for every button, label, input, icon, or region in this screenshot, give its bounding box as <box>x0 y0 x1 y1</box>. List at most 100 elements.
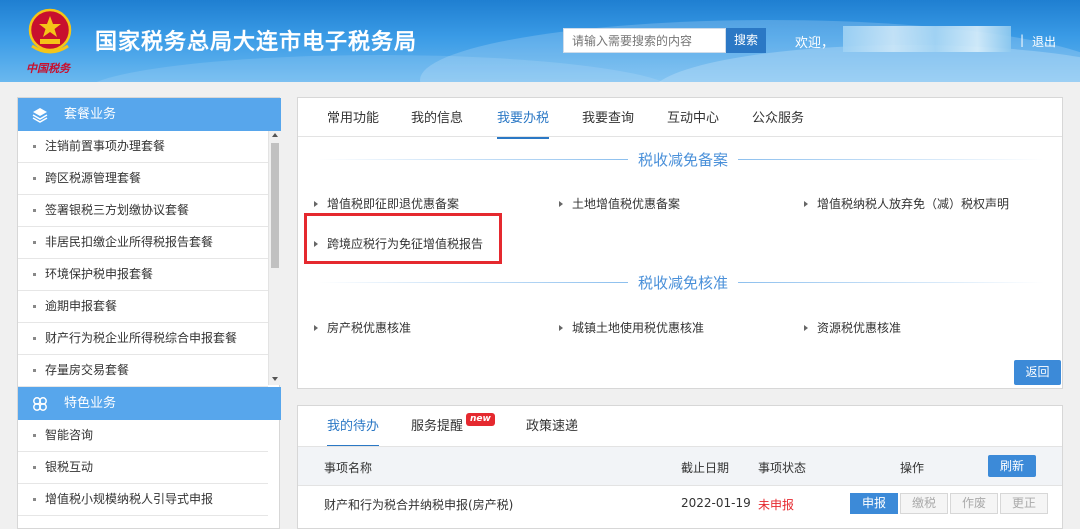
search-input[interactable] <box>563 28 726 53</box>
tab-my-info[interactable]: 我的信息 <box>411 109 463 139</box>
link-property-tax-approval[interactable]: 房产税优惠核准 <box>314 319 411 336</box>
bullet-icon <box>33 434 36 437</box>
refresh-button[interactable]: 刷新 <box>988 455 1036 477</box>
sidebar-item[interactable]: 非居民扣缴企业所得税报告套餐 <box>18 227 268 259</box>
link-land-vat-filing[interactable]: 土地增值税优惠备案 <box>559 195 680 212</box>
sidebar-item-label: 逾期申报套餐 <box>45 299 118 313</box>
welcome-text: 欢迎， <box>795 36 835 51</box>
sidebar-item[interactable]: 存量房交易套餐 <box>18 355 268 387</box>
sidebar-item-label: 存量房交易套餐 <box>45 363 130 377</box>
void-button[interactable]: 作废 <box>950 493 998 514</box>
clover-icon <box>33 397 47 411</box>
column-header: 事项名称 <box>324 461 373 475</box>
back-button[interactable]: 返回 <box>1014 360 1061 385</box>
bullet-icon <box>33 337 36 340</box>
sidebar-item[interactable]: 智能咨询 <box>18 420 268 452</box>
link-label: 增值税即征即退优惠备案 <box>327 197 460 211</box>
tab-interaction[interactable]: 互动中心 <box>667 109 719 139</box>
sidebar-item-label: 注销前置事项办理套餐 <box>45 139 166 153</box>
sidebar-item-label: 签署银税三方划缴协议套餐 <box>45 203 190 217</box>
sidebar-item-label: 跨区税源管理套餐 <box>45 171 142 185</box>
bullet-icon <box>33 369 36 372</box>
package-business-header[interactable]: 套餐业务 <box>18 98 281 131</box>
link-vat-refund-filing[interactable]: 增值税即征即退优惠备案 <box>314 195 459 212</box>
tab-service-reminder[interactable]: 服务提醒 <box>411 417 463 447</box>
tax-emblem-icon <box>28 8 72 54</box>
sidebar-item[interactable]: 环境保护税申报套餐 <box>18 259 268 291</box>
arrow-right-icon <box>314 200 318 207</box>
scrollbar-thumb[interactable] <box>271 143 279 268</box>
link-vat-waiver-declaration[interactable]: 增值税纳税人放弃免（减）税权声明 <box>804 195 1009 212</box>
tab-query[interactable]: 我要查询 <box>582 109 634 139</box>
sidebar-item[interactable]: 增值税小规模纳税人引导式申报 <box>18 484 268 516</box>
bullet-icon <box>33 466 36 469</box>
section-title-exemption-approval: 税收减免核准 <box>628 272 739 293</box>
todo-panel: 我的待办 服务提醒 new 政策速递 事项名称 截止日期 事项状态 操作 刷新 … <box>297 405 1063 529</box>
tab-divider <box>298 136 1062 137</box>
sidebar-scrollbar[interactable] <box>268 131 280 385</box>
arrow-right-icon <box>559 200 563 207</box>
todo-deadline: 2022-01-19 <box>681 496 751 510</box>
link-label: 资源税优惠核准 <box>817 321 902 335</box>
sidebar-item[interactable]: 签署银税三方划缴协议套餐 <box>18 195 268 227</box>
todo-status: 未申报 <box>758 498 795 512</box>
declare-button[interactable]: 申报 <box>850 493 898 514</box>
sidebar-item-label: 财产行为税企业所得税综合申报套餐 <box>45 331 238 345</box>
sidebar: 套餐业务 注销前置事项办理套餐 跨区税源管理套餐 签署银税三方划缴协议套餐 非居… <box>17 97 281 529</box>
emblem-subtitle: 中国税务 <box>26 62 70 75</box>
redacted-username <box>843 26 1011 52</box>
arrow-right-icon <box>804 200 808 207</box>
package-header-label: 套餐业务 <box>64 107 117 122</box>
logout-link[interactable]: 退出 <box>1032 33 1056 50</box>
link-label: 增值税纳税人放弃免（减）税权声明 <box>817 197 1010 211</box>
tab-common-functions[interactable]: 常用功能 <box>327 109 379 139</box>
link-label: 城镇土地使用税优惠核准 <box>572 321 705 335</box>
site-header: 中国税务 国家税务总局大连市电子税务局 搜索 欢迎， | 退出 <box>0 0 1080 82</box>
sidebar-item[interactable]: 注销前置事项办理套餐 <box>18 131 268 163</box>
arrow-right-icon <box>314 324 318 331</box>
tab-my-todo[interactable]: 我的待办 <box>327 417 380 447</box>
tab-tax-handling[interactable]: 我要办税 <box>497 109 550 139</box>
sidebar-item[interactable]: 跨区税源管理套餐 <box>18 163 268 195</box>
bullet-icon <box>33 305 36 308</box>
site-title: 国家税务总局大连市电子税务局 <box>95 30 418 55</box>
layers-icon <box>32 108 48 123</box>
column-header: 截止日期 <box>681 461 730 475</box>
bullet-icon <box>33 209 36 212</box>
special-business-header[interactable]: 特色业务 <box>18 387 281 420</box>
link-land-use-tax-approval[interactable]: 城镇土地使用税优惠核准 <box>559 319 704 336</box>
column-header: 事项状态 <box>758 461 807 475</box>
link-resource-tax-approval[interactable]: 资源税优惠核准 <box>804 319 901 336</box>
tab-policy-express[interactable]: 政策速递 <box>526 417 578 447</box>
new-badge: new <box>466 413 495 426</box>
bullet-icon <box>33 273 36 276</box>
todo-item-name[interactable]: 财产和行为税合并纳税申报(房产税) <box>324 496 513 513</box>
table-header: 事项名称 截止日期 事项状态 操作 <box>298 446 1062 486</box>
bullet-icon <box>33 498 36 501</box>
sidebar-item-label: 银税互动 <box>45 460 94 474</box>
sidebar-item-label: 环境保护税申报套餐 <box>45 267 154 281</box>
special-header-label: 特色业务 <box>64 396 117 411</box>
scroll-down-icon[interactable] <box>272 377 278 381</box>
bullet-icon <box>33 177 36 180</box>
sidebar-item-label: 增值税小规模纳税人引导式申报 <box>45 492 214 506</box>
link-label: 土地增值税优惠备案 <box>572 197 681 211</box>
sidebar-item[interactable]: 逾期申报套餐 <box>18 291 268 323</box>
scroll-up-icon[interactable] <box>272 133 278 137</box>
bullet-icon <box>33 241 36 244</box>
tab-public-service[interactable]: 公众服务 <box>752 109 804 139</box>
separator: | <box>1020 33 1025 47</box>
arrow-right-icon <box>804 324 808 331</box>
column-header: 操作 <box>900 461 925 475</box>
sidebar-item[interactable]: 银税互动 <box>18 452 268 484</box>
section-title-exemption-filing: 税收减免备案 <box>628 149 739 170</box>
pay-tax-button[interactable]: 缴税 <box>900 493 948 514</box>
highlight-box <box>304 213 502 264</box>
sidebar-item[interactable]: 财产行为税企业所得税综合申报套餐 <box>18 323 268 355</box>
link-label: 房产税优惠核准 <box>327 321 412 335</box>
search-button[interactable]: 搜索 <box>726 28 766 53</box>
bullet-icon <box>33 145 36 148</box>
correct-button[interactable]: 更正 <box>1000 493 1048 514</box>
sidebar-item-label: 非居民扣缴企业所得税报告套餐 <box>45 235 214 249</box>
main-panel: 常用功能 我的信息 我要办税 我要查询 互动中心 公众服务 税收减免备案 增值税… <box>297 97 1063 389</box>
